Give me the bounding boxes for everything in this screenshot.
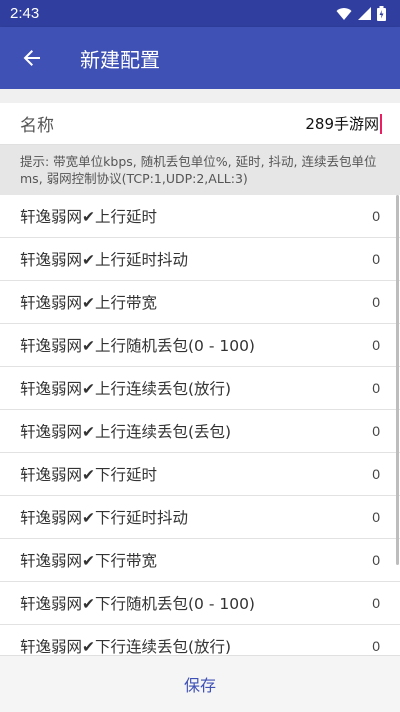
scrollbar[interactable] — [396, 195, 399, 565]
tip-text: 提示: 带宽单位kbps, 随机丢包单位%, 延时, 抖动, 连续丢包单位ms,… — [0, 145, 400, 195]
list-item[interactable]: 轩逸弱网✔上行延时抖动 0 — [0, 238, 400, 281]
arrow-back-icon — [23, 50, 40, 66]
item-value[interactable]: 0 — [372, 595, 380, 611]
list-item[interactable]: 轩逸弱网✔下行连续丢包(放行) 0 — [0, 625, 400, 655]
item-value[interactable]: 0 — [372, 552, 380, 568]
item-value[interactable]: 0 — [372, 466, 380, 482]
name-field-row[interactable]: 名称 289手游网 — [0, 103, 400, 145]
text-cursor — [380, 113, 382, 134]
save-button[interactable]: 保存 — [160, 664, 240, 704]
list-item[interactable]: 轩逸弱网✔上行带宽 0 — [0, 281, 400, 324]
status-icons — [336, 6, 386, 21]
list-item[interactable]: 轩逸弱网✔上行随机丢包(0 - 100) 0 — [0, 324, 400, 367]
item-label: 轩逸弱网✔上行延时 — [20, 208, 157, 226]
name-value: 289手游网 — [305, 115, 379, 133]
item-label: 轩逸弱网✔上行随机丢包(0 - 100) — [20, 337, 255, 355]
settings-list[interactable]: 轩逸弱网✔上行延时 0 轩逸弱网✔上行延时抖动 0 轩逸弱网✔上行带宽 0 轩逸弱网✔… — [0, 195, 400, 655]
item-label: 轩逸弱网✔下行延时抖动 — [20, 509, 188, 527]
battery-icon — [377, 6, 386, 21]
bottom-bar: 保存 — [0, 655, 400, 712]
item-label: 轩逸弱网✔下行随机丢包(0 - 100) — [20, 595, 255, 613]
item-label: 轩逸弱网✔下行延时 — [20, 466, 157, 484]
item-value[interactable]: 0 — [372, 251, 380, 267]
item-value[interactable]: 0 — [372, 337, 380, 353]
item-label: 轩逸弱网✔下行带宽 — [20, 552, 157, 570]
item-label: 轩逸弱网✔上行带宽 — [20, 294, 157, 312]
item-value[interactable]: 0 — [372, 638, 380, 654]
list-item[interactable]: 轩逸弱网✔下行延时抖动 0 — [0, 496, 400, 539]
name-label: 名称 — [20, 116, 54, 136]
list-item[interactable]: 轩逸弱网✔上行延时 0 — [0, 195, 400, 238]
item-label: 轩逸弱网✔上行连续丢包(丢包) — [20, 423, 232, 441]
list-item[interactable]: 轩逸弱网✔上行连续丢包(放行) 0 — [0, 367, 400, 410]
list-item[interactable]: 轩逸弱网✔下行随机丢包(0 - 100) 0 — [0, 582, 400, 625]
item-label: 轩逸弱网✔下行连续丢包(放行) — [20, 638, 232, 655]
item-label: 轩逸弱网✔上行连续丢包(放行) — [20, 380, 232, 398]
top-spacer — [0, 89, 400, 103]
item-value[interactable]: 0 — [372, 294, 380, 310]
name-input[interactable]: 289手游网 — [305, 113, 382, 134]
list-item[interactable]: 轩逸弱网✔下行延时 0 — [0, 453, 400, 496]
list-item[interactable]: 轩逸弱网✔下行带宽 0 — [0, 539, 400, 582]
back-button[interactable] — [20, 46, 44, 70]
item-value[interactable]: 0 — [372, 380, 380, 396]
page-title: 新建配置 — [80, 47, 160, 72]
status-time: 2:43 — [10, 5, 40, 22]
item-label: 轩逸弱网✔上行延时抖动 — [20, 251, 188, 269]
list-item[interactable]: 轩逸弱网✔上行连续丢包(丢包) 0 — [0, 410, 400, 453]
item-value[interactable]: 0 — [372, 208, 380, 224]
signal-icon — [358, 7, 371, 20]
item-value[interactable]: 0 — [372, 509, 380, 525]
wifi-icon — [336, 7, 352, 20]
status-bar: 2:43 — [0, 0, 400, 27]
app-bar: 新建配置 — [0, 27, 400, 89]
item-value[interactable]: 0 — [372, 423, 380, 439]
